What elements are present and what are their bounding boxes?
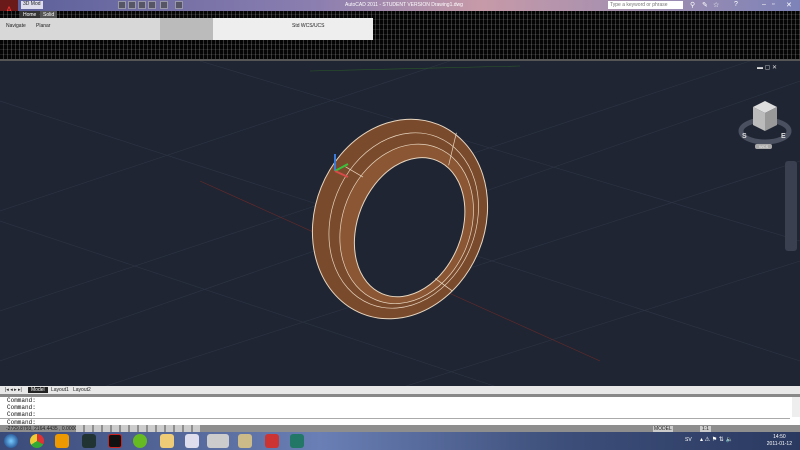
game-icon[interactable] bbox=[108, 434, 122, 448]
ribbon: Home Solid Navigate Planar Std WCS/UCS bbox=[0, 11, 800, 59]
command-history-line: Command: bbox=[7, 411, 36, 418]
save-icon[interactable] bbox=[138, 1, 146, 9]
taskbar: SV ▴ ⚠ ⚑ ⇅ 🔈 14:50 2011-01-12 bbox=[0, 432, 800, 450]
divider bbox=[0, 418, 790, 419]
time: 14:50 bbox=[773, 434, 786, 440]
autocad-icon[interactable] bbox=[265, 434, 279, 448]
minimize-icon[interactable]: – bbox=[762, 1, 766, 8]
spotify-icon[interactable] bbox=[133, 434, 147, 448]
layout-tabs: |◂ ◂ ▸ ▸| Model Layout1 Layout2 bbox=[0, 386, 800, 395]
command-window: Command: Command: Command: Command: bbox=[0, 395, 800, 426]
print-icon[interactable] bbox=[175, 1, 183, 9]
autocad-taskbar-button[interactable] bbox=[207, 434, 229, 448]
explorer-icon[interactable] bbox=[160, 434, 174, 448]
compass-e[interactable]: E bbox=[781, 133, 786, 140]
new-icon[interactable] bbox=[118, 1, 126, 9]
redo-icon[interactable] bbox=[160, 1, 168, 9]
help-icon[interactable]: ? bbox=[734, 1, 738, 8]
tab-nav-arrows[interactable]: |◂ ◂ ▸ ▸| bbox=[2, 387, 25, 393]
viewport-controls[interactable]: ▬ ▢ ✕ bbox=[757, 64, 777, 71]
workspace-dropdown[interactable]: 3D Mod bbox=[21, 1, 43, 9]
search-input[interactable] bbox=[608, 1, 683, 9]
ribbon-panel-view bbox=[213, 18, 373, 40]
maximize-icon[interactable]: ▫ bbox=[772, 1, 774, 8]
key-icon[interactable]: ✎ bbox=[702, 1, 708, 9]
binoculars-icon[interactable]: ⚲ bbox=[690, 1, 695, 9]
star-icon[interactable]: ☆ bbox=[713, 1, 719, 9]
sync-icon[interactable] bbox=[290, 434, 304, 448]
window-title: AutoCAD 2011 - STUDENT VERSION Drawing1.… bbox=[345, 2, 463, 8]
window-icon[interactable] bbox=[185, 434, 199, 448]
folder-icon[interactable] bbox=[238, 434, 252, 448]
ucs-label[interactable]: Std WCS/UCS bbox=[292, 23, 325, 29]
model-canvas bbox=[0, 61, 800, 386]
tray-icons[interactable]: ▴ ⚠ ⚑ ⇅ 🔈 bbox=[700, 436, 733, 443]
tab-solid[interactable]: Solid bbox=[40, 11, 58, 18]
command-scrollbar[interactable] bbox=[792, 397, 800, 417]
start-button[interactable] bbox=[4, 434, 18, 448]
navigate-label[interactable]: Navigate bbox=[6, 23, 26, 29]
navigation-bar[interactable] bbox=[785, 161, 797, 251]
media-player-icon[interactable] bbox=[55, 434, 69, 448]
title-bar: 3D Mod AutoCAD 2011 - STUDENT VERSION Dr… bbox=[0, 0, 800, 11]
undo-icon[interactable] bbox=[148, 1, 156, 9]
tab-layout1[interactable]: Layout1 bbox=[48, 387, 72, 393]
close-icon[interactable]: ✕ bbox=[786, 1, 792, 9]
planar-label[interactable]: Planar bbox=[36, 23, 50, 29]
drawing-viewport[interactable]: S E WCS bbox=[0, 59, 800, 386]
torus-ring bbox=[311, 118, 489, 320]
compass-s[interactable]: S bbox=[742, 133, 747, 140]
y-axis-line bbox=[309, 65, 521, 72]
chrome-icon[interactable] bbox=[30, 434, 44, 448]
app-icon[interactable] bbox=[82, 434, 96, 448]
tab-home[interactable]: Home bbox=[20, 11, 40, 18]
tab-layout2[interactable]: Layout2 bbox=[70, 387, 94, 393]
command-history-line: Command: bbox=[7, 397, 36, 404]
open-icon[interactable] bbox=[128, 1, 136, 9]
date: 2011-01-12 bbox=[766, 441, 792, 447]
wcs-menu[interactable]: WCS bbox=[755, 144, 773, 149]
command-history-line: Command: bbox=[7, 404, 36, 411]
tab-model[interactable]: Model bbox=[28, 387, 48, 393]
clock[interactable]: 14:50 2011-01-12 bbox=[767, 434, 792, 448]
language-indicator[interactable]: SV bbox=[685, 437, 692, 443]
